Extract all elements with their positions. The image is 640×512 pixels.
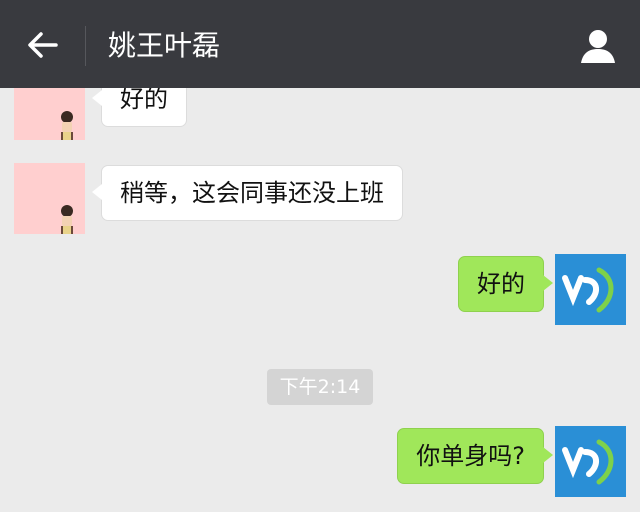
contact-avatar[interactable] (14, 163, 85, 234)
message-bubble-received[interactable]: 稍等，这会同事还没上班 (92, 165, 403, 221)
person-icon[interactable] (579, 27, 617, 65)
contact-avatar[interactable] (14, 88, 85, 140)
my-avatar[interactable] (555, 426, 626, 497)
top-bar: 姚王叶磊 (0, 0, 640, 88)
timestamp: 下午2:14 (267, 369, 373, 405)
my-avatar[interactable] (555, 254, 626, 325)
header-divider (85, 26, 86, 66)
message-bubble-received[interactable]: 好的 (92, 88, 187, 127)
chat-title: 姚王叶磊 (108, 29, 221, 62)
back-arrow-icon[interactable] (26, 28, 60, 62)
message-bubble-sent[interactable]: 好的 (458, 256, 553, 312)
chat-area[interactable]: 好的 稍等，这会同事还没上班 好的 下午2:14 你单身吗? (0, 88, 640, 512)
message-bubble-sent[interactable]: 你单身吗? (397, 428, 553, 484)
